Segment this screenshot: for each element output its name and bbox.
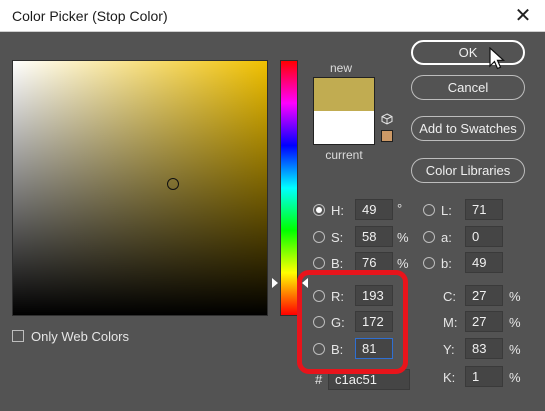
hue-slider[interactable] [280, 60, 298, 316]
color-libraries-button[interactable]: Color Libraries [411, 158, 525, 183]
hue-slider-arrow-icon[interactable] [272, 278, 278, 288]
unit-k: % [509, 370, 521, 385]
label-m: M: [443, 315, 458, 330]
new-label: new [329, 61, 352, 75]
input-lab-b[interactable]: 49 [465, 252, 503, 273]
current-color-swatch[interactable] [313, 111, 375, 145]
web-safe-swatch[interactable] [381, 130, 393, 142]
cube-icon[interactable] [381, 113, 393, 125]
label-a: a: [441, 230, 452, 245]
unit-y: % [509, 342, 521, 357]
current-label: current [325, 148, 363, 162]
color-field-marker[interactable] [167, 178, 179, 190]
rgb-highlight-annotation [297, 270, 408, 374]
input-s[interactable]: 58 [355, 226, 393, 247]
label-b: B: [331, 256, 344, 271]
input-h[interactable]: 49 [355, 199, 393, 220]
unit-m: % [509, 315, 521, 330]
radio-l[interactable] [423, 204, 435, 216]
title-bar: Color Picker (Stop Color) ✕ [0, 0, 545, 32]
add-to-swatches-button[interactable]: Add to Swatches [411, 116, 525, 141]
label-lab-b: b: [441, 256, 452, 271]
radio-lab-b[interactable] [423, 257, 435, 269]
label-h: H: [331, 203, 344, 218]
radio-h[interactable] [313, 204, 325, 216]
only-web-colors-checkbox[interactable] [12, 330, 24, 342]
label-k: K: [443, 370, 456, 385]
unit-b: % [397, 256, 409, 271]
unit-c: % [509, 289, 521, 304]
unit-s: % [397, 230, 409, 245]
input-a[interactable]: 0 [465, 226, 503, 247]
input-y[interactable]: 83 [465, 338, 503, 359]
cancel-button[interactable]: Cancel [411, 75, 525, 100]
label-s: S: [331, 230, 344, 245]
radio-b[interactable] [313, 257, 325, 269]
hex-label: # [315, 372, 323, 387]
input-l[interactable]: 71 [465, 199, 503, 220]
label-y: Y: [443, 342, 455, 357]
label-c: C: [443, 289, 456, 304]
cursor-pointer-icon [489, 47, 506, 70]
label-l: L: [441, 203, 452, 218]
new-color-swatch [313, 77, 375, 111]
input-c[interactable]: 27 [465, 285, 503, 306]
radio-s[interactable] [313, 231, 325, 243]
radio-a[interactable] [423, 231, 435, 243]
input-m[interactable]: 27 [465, 311, 503, 332]
input-k[interactable]: 1 [465, 366, 503, 387]
window-title: Color Picker (Stop Color) [12, 8, 168, 24]
unit-h: ° [397, 201, 403, 216]
only-web-colors-label: Only Web Colors [31, 329, 130, 344]
color-field[interactable] [12, 60, 268, 316]
close-icon[interactable]: ✕ [511, 4, 535, 28]
